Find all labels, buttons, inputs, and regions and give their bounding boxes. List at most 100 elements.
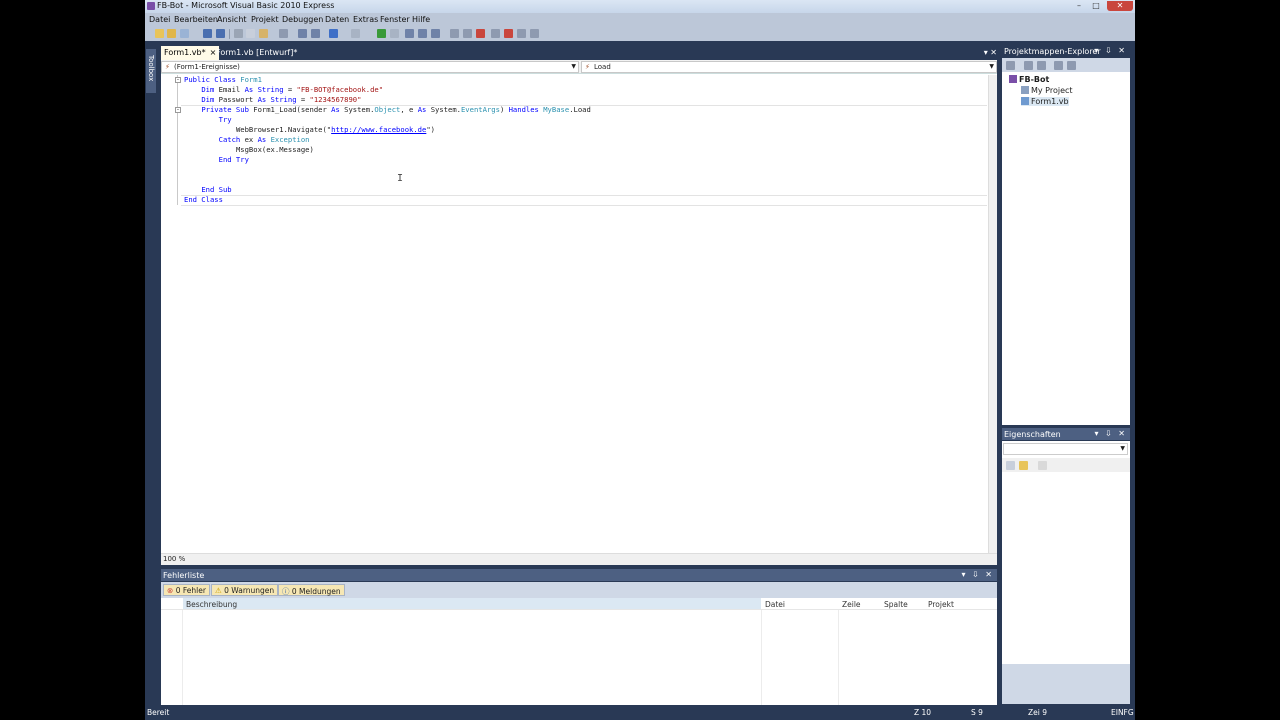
panel-controls-icon[interactable]: ▾ ⇩ ✕ <box>1094 46 1127 55</box>
method-combo-value: Load <box>594 63 611 71</box>
pause-icon[interactable] <box>390 29 399 38</box>
solution-explorer-icon[interactable] <box>450 29 459 38</box>
start-debug-icon[interactable] <box>377 29 386 38</box>
code-line-5: Try <box>218 115 232 124</box>
solution-explorer-title: Projektmappen-Explorer <box>1004 47 1101 56</box>
toolbox-tab[interactable]: Toolbox <box>146 49 156 93</box>
code-line-9: End Try <box>218 155 249 164</box>
step-into-icon[interactable] <box>405 29 414 38</box>
column-column[interactable]: Spalte <box>884 600 908 609</box>
solution-explorer-header: Projektmappen-Explorer ▾ ⇩ ✕ <box>1002 45 1130 57</box>
menu-ansicht[interactable]: Ansicht <box>217 15 247 24</box>
menu-datei[interactable]: Datei <box>149 15 170 24</box>
menu-bearbeiten[interactable]: Bearbeiten <box>174 15 218 24</box>
save-icon[interactable] <box>203 29 212 38</box>
vb-project-icon <box>1009 75 1017 83</box>
form-icon <box>1021 97 1029 105</box>
toolbox-label: Toolbox <box>147 55 155 82</box>
tab-dropdown-icon[interactable]: ▾ ✕ <box>984 48 997 57</box>
categorized-icon[interactable] <box>1006 461 1015 470</box>
collapse-icon[interactable]: - <box>175 77 181 83</box>
column-line[interactable]: Zeile <box>842 600 861 609</box>
errors-filter[interactable]: ⊗ 0 Fehler <box>163 584 210 596</box>
solution-tree: FB-Bot My Project Form1.vb <box>1002 72 1130 425</box>
tree-item-my-project[interactable]: My Project <box>1021 86 1073 95</box>
properties-panel: Eigenschaften ▾ ⇩ ✕ ▼ <box>1002 428 1130 664</box>
new-project-icon[interactable] <box>155 29 164 38</box>
horizontal-scrollbar[interactable]: 100 % <box>161 553 997 565</box>
property-pages-icon[interactable] <box>1038 461 1047 470</box>
zoom-level[interactable]: 100 % <box>163 555 185 563</box>
maximize-button[interactable]: □ <box>1088 1 1104 11</box>
undo-icon[interactable] <box>329 29 338 38</box>
code-editor[interactable]: ⚡ (Form1-Ereignisse) ▼ ⚡ Load ▼ - - Publ… <box>161 60 997 565</box>
menu-hilfe[interactable]: Hilfe <box>412 15 430 24</box>
properties-description <box>1002 664 1130 704</box>
error-icon: ⊗ <box>167 586 174 595</box>
cut-icon[interactable] <box>234 29 243 38</box>
toolbar-options-icon[interactable] <box>530 29 539 38</box>
class-combo-value: (Form1-Ereignisse) <box>174 63 240 71</box>
open-icon[interactable] <box>167 29 176 38</box>
comment-icon[interactable] <box>298 29 307 38</box>
close-button[interactable]: ✕ <box>1107 1 1133 11</box>
properties-icon[interactable] <box>1006 61 1015 70</box>
minimize-button[interactable]: – <box>1071 1 1087 11</box>
error-grid-header: Beschreibung Datei Zeile Spalte Projekt <box>161 598 997 610</box>
solution-explorer-toolbar <box>1002 58 1130 72</box>
save-all-icon[interactable] <box>216 29 225 38</box>
step-over-icon[interactable] <box>418 29 427 38</box>
error-list: Fehlerliste ▾ ⇩ ✕ ⊗ 0 Fehler ⚠ 0 Warnung… <box>161 569 997 705</box>
tab-form1-design[interactable]: Form1.vb [Entwurf]* <box>213 46 300 60</box>
method-combo[interactable]: ⚡ Load ▼ <box>581 61 997 73</box>
messages-filter[interactable]: ⓘ 0 Meldungen <box>278 584 345 596</box>
show-all-files-icon[interactable] <box>1024 61 1033 70</box>
menu-extras[interactable]: Extras <box>353 15 378 24</box>
tab-form1-code[interactable]: Form1.vb* × <box>161 46 220 60</box>
column-description[interactable]: Beschreibung <box>183 598 761 609</box>
object-select[interactable]: ▼ <box>1003 443 1128 455</box>
properties-icon[interactable] <box>463 29 472 38</box>
find-icon[interactable] <box>279 29 288 38</box>
editor-navigation-bar: ⚡ (Form1-Ereignisse) ▼ ⚡ Load ▼ <box>161 60 997 74</box>
code-line-3: Dim Passwort As String = "1234567890" <box>201 95 362 104</box>
chevron-down-icon: ▼ <box>989 63 994 70</box>
class-combo[interactable]: ⚡ (Form1-Ereignisse) ▼ <box>161 61 579 73</box>
start-page-icon[interactable] <box>517 29 526 38</box>
view-code-icon[interactable] <box>1054 61 1063 70</box>
view-designer-icon[interactable] <box>1067 61 1076 70</box>
menu-daten[interactable]: Daten <box>325 15 349 24</box>
wrench-icon <box>1021 86 1029 94</box>
paste-icon[interactable] <box>259 29 268 38</box>
column-project[interactable]: Projekt <box>928 600 954 609</box>
error-list-header: Fehlerliste ▾ ⇩ ✕ <box>161 569 997 581</box>
step-out-icon[interactable] <box>431 29 440 38</box>
object-browser-icon[interactable] <box>491 29 500 38</box>
redo-icon[interactable] <box>351 29 360 38</box>
copy-icon[interactable] <box>246 29 255 38</box>
add-item-icon[interactable] <box>180 29 189 38</box>
panel-controls-icon[interactable]: ▾ ⇩ ✕ <box>961 570 994 579</box>
column-file[interactable]: Datei <box>765 600 785 609</box>
status-ready: Bereit <box>147 708 170 717</box>
warnings-filter[interactable]: ⚠ 0 Warnungen <box>211 584 279 596</box>
error-list-icon[interactable] <box>504 29 513 38</box>
vs-window: FB-Bot - Microsoft Visual Basic 2010 Exp… <box>145 0 1135 720</box>
panel-controls-icon[interactable]: ▾ ⇩ ✕ <box>1094 429 1127 438</box>
tab-label: Form1.vb* <box>164 48 206 57</box>
properties-header: Eigenschaften ▾ ⇩ ✕ <box>1002 428 1130 440</box>
status-bar: Bereit Z 10 S 9 Zei 9 EINFG <box>145 705 1135 720</box>
error-list-title: Fehlerliste <box>163 571 205 580</box>
tree-item-project[interactable]: FB-Bot <box>1009 75 1049 84</box>
menu-fenster[interactable]: Fenster <box>380 15 410 24</box>
uncomment-icon[interactable] <box>311 29 320 38</box>
collapse-icon[interactable]: - <box>175 107 181 113</box>
code-area[interactable]: - - Public Class Form1 Dim Email As Stri… <box>161 75 987 553</box>
toolbox-icon[interactable] <box>476 29 485 38</box>
refresh-icon[interactable] <box>1037 61 1046 70</box>
menu-projekt[interactable]: Projekt <box>251 15 279 24</box>
alphabetical-icon[interactable] <box>1019 461 1028 470</box>
menu-debuggen[interactable]: Debuggen <box>282 15 323 24</box>
vertical-scrollbar[interactable] <box>988 75 997 553</box>
tree-item-form1[interactable]: Form1.vb <box>1021 97 1069 106</box>
